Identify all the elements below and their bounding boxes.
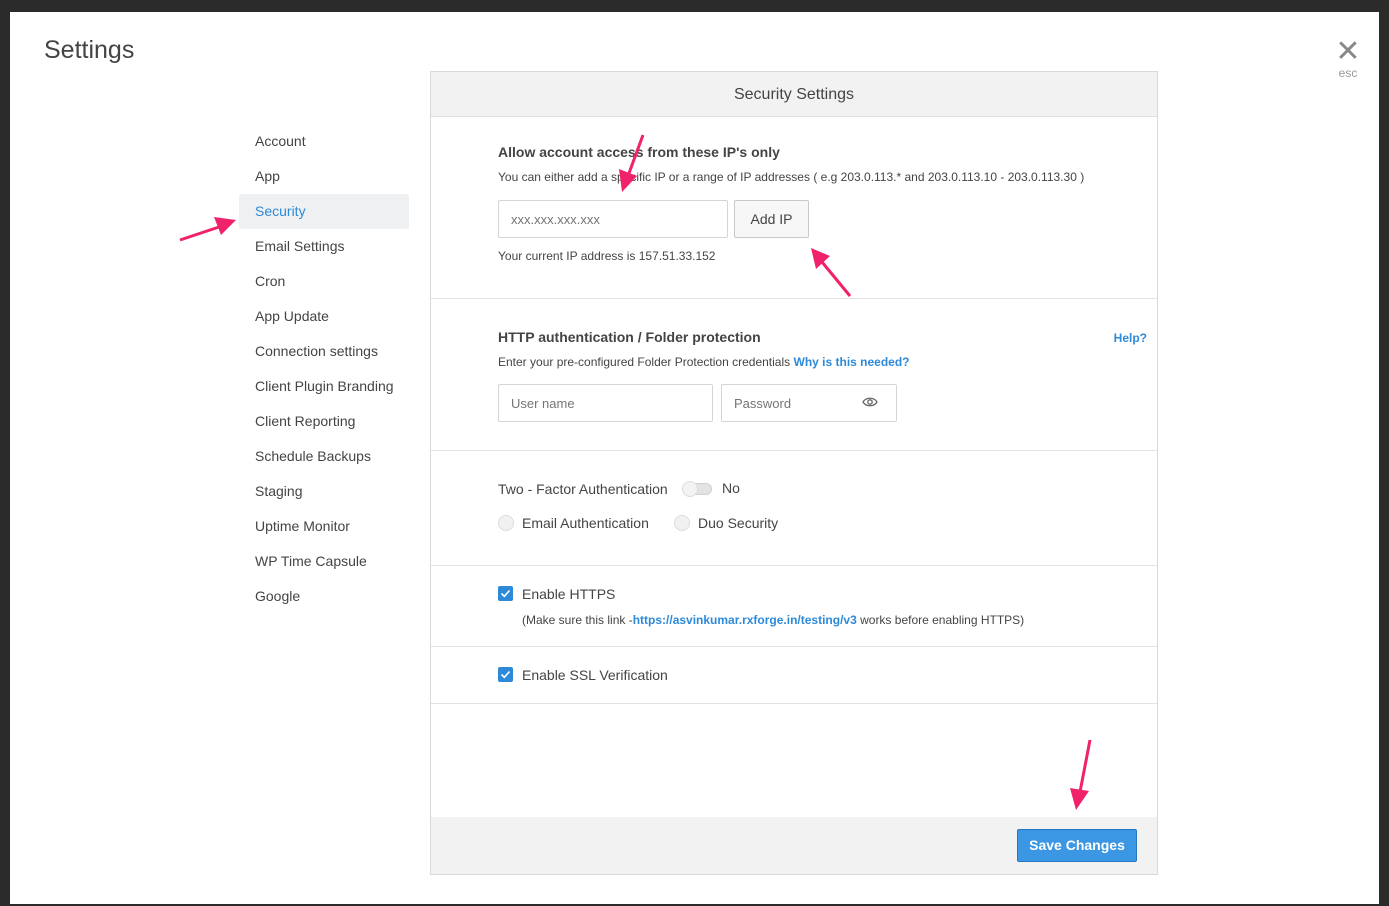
arrow-icon [619,134,645,192]
arrow-icon [1070,739,1092,810]
arrow-icon [179,217,236,242]
annotation-arrows [179,134,1092,810]
arrow-icon [811,248,852,297]
